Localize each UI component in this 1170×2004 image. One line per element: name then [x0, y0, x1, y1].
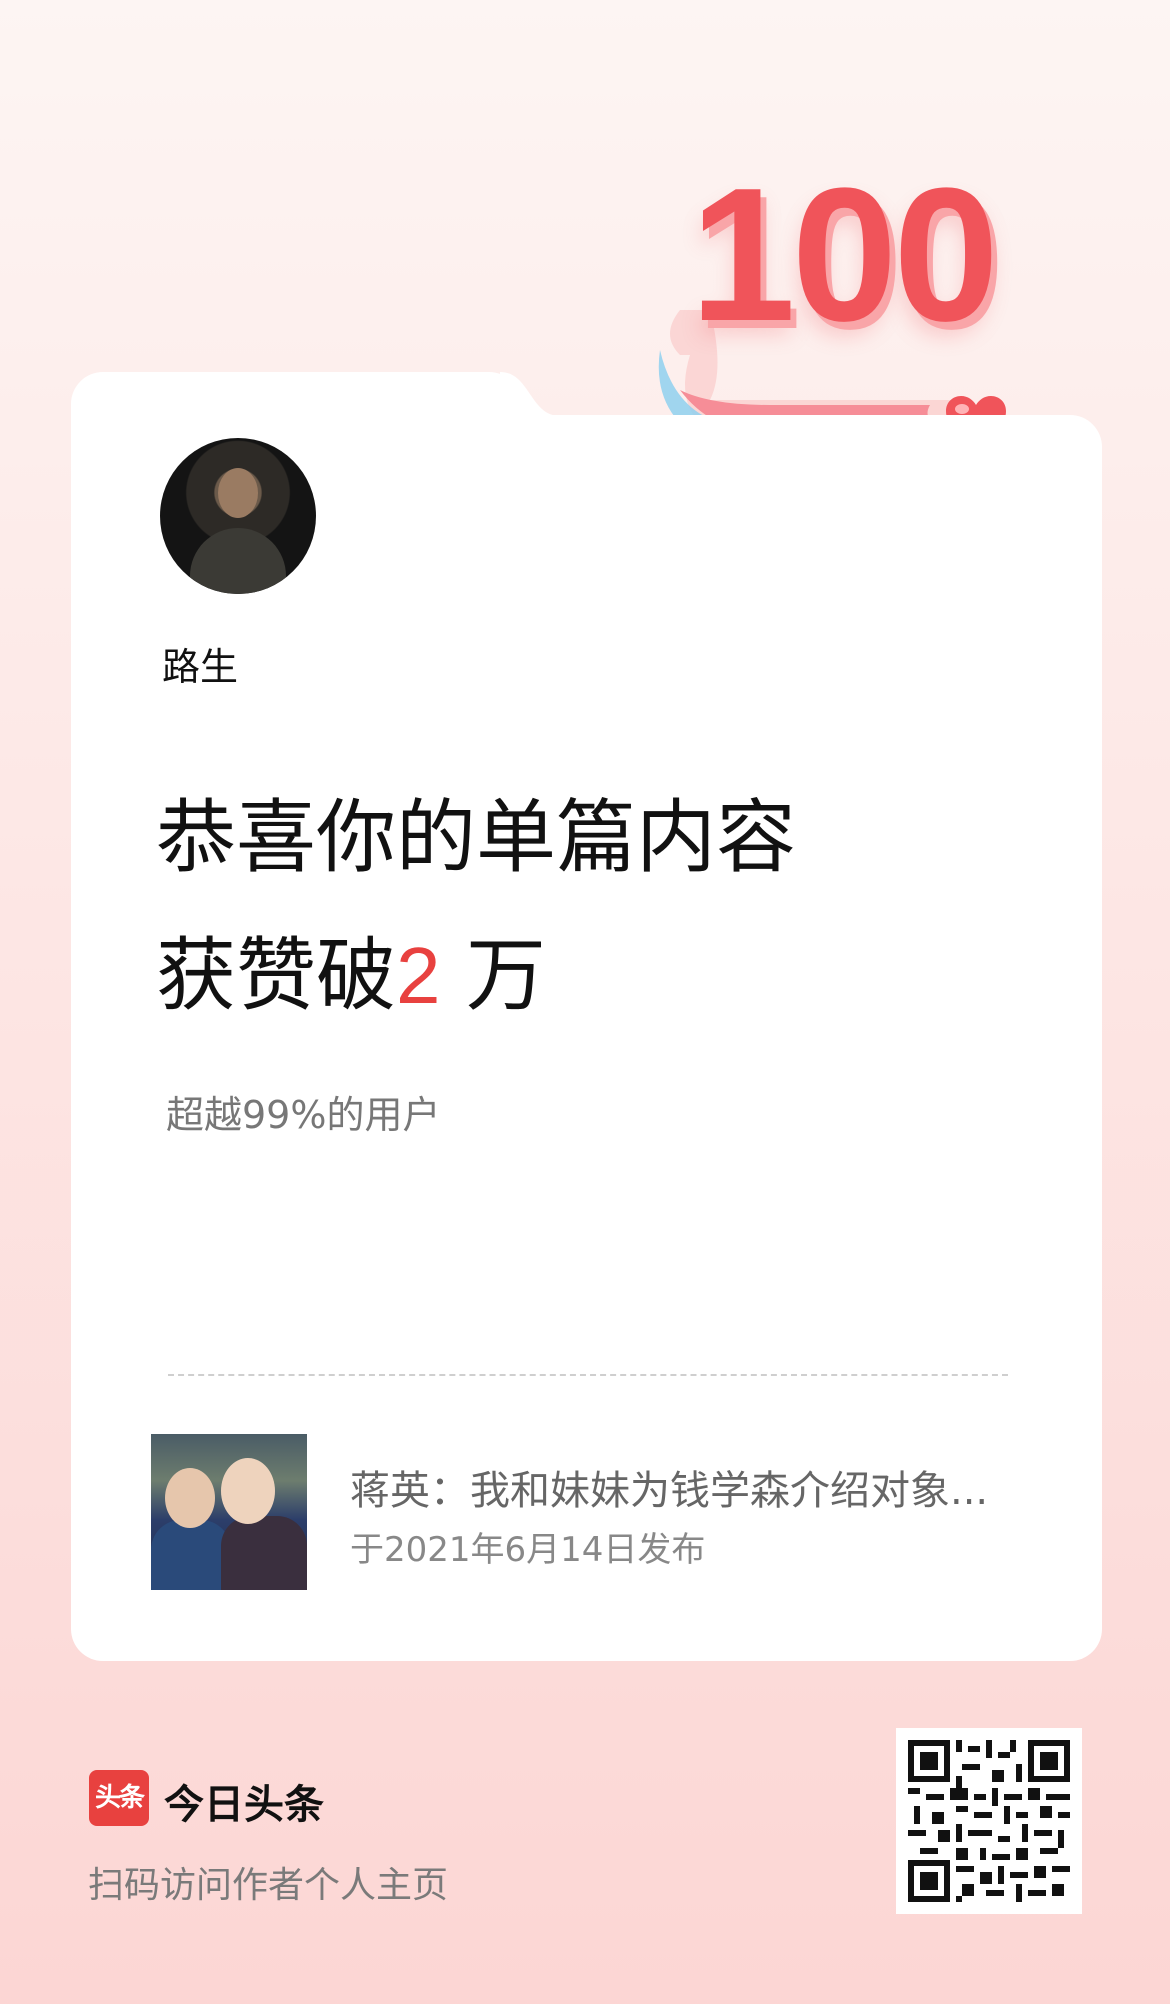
qr-code[interactable]: [896, 1728, 1082, 1914]
milestone-number: 100: [690, 149, 999, 361]
dashed-divider: [168, 1374, 1008, 1376]
card-tab-curve: [500, 372, 560, 416]
headline-line-1: 恭喜你的单篇内容: [156, 791, 796, 884]
article-date: 于2021年6月14日发布: [350, 1530, 706, 1570]
thumb-figure-2: [221, 1516, 307, 1590]
avatar-head: [218, 468, 258, 518]
qr-code-icon: [908, 1740, 1070, 1902]
thumb-figure-1: [151, 1520, 231, 1590]
article-title[interactable]: 蒋英：我和妹妹为钱学森介绍对象...: [350, 1458, 1010, 1516]
like-count-number: 2: [396, 931, 441, 1020]
app-name: 今日头条: [164, 1782, 324, 1828]
rank-subline: 超越99%的用户: [166, 1093, 441, 1137]
article-thumbnail[interactable]: [151, 1434, 307, 1590]
headline-suffix: 万: [440, 929, 546, 1022]
avatar-figure: [190, 528, 286, 594]
toutiao-logo-icon: 头条: [89, 1770, 149, 1826]
scan-hint: 扫码访问作者个人主页: [88, 1865, 449, 1906]
thumb-face-2: [221, 1458, 275, 1524]
username[interactable]: 路生: [162, 636, 238, 691]
avatar[interactable]: [160, 438, 316, 594]
thumb-face-1: [165, 1468, 215, 1528]
headline-prefix: 获赞破: [156, 929, 396, 1022]
headline-line-2: 获赞破2 万: [156, 936, 546, 1016]
